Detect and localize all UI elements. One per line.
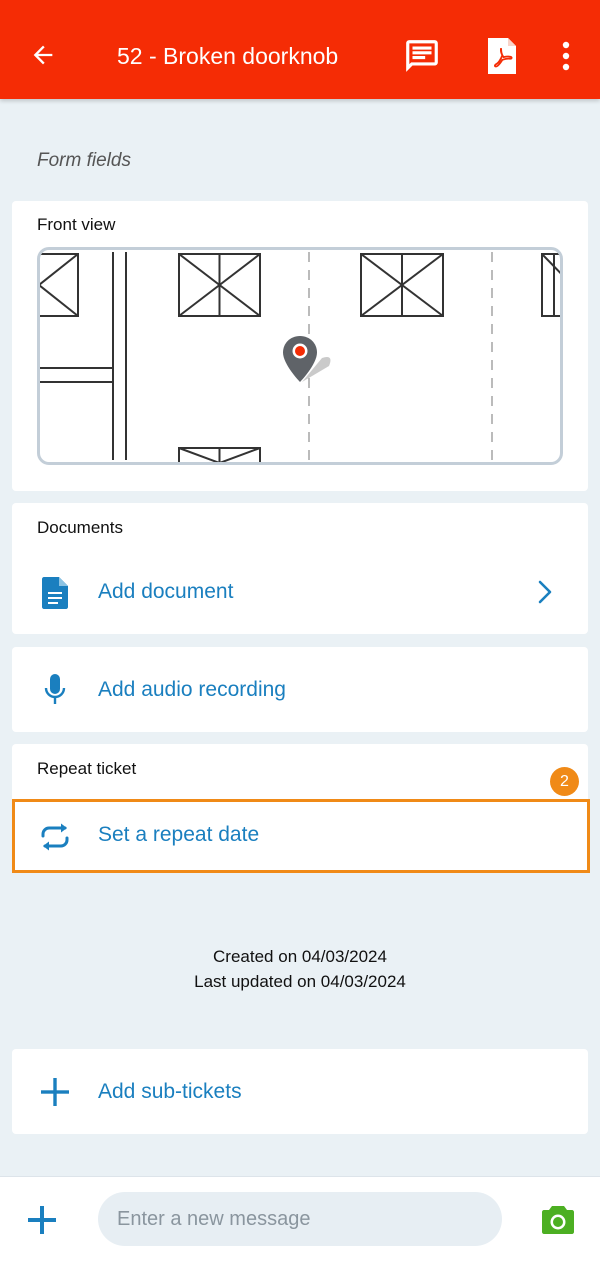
message-input[interactable] <box>98 1192 502 1246</box>
page-title: 52 - Broken doorknob <box>117 43 339 69</box>
camera-icon[interactable] <box>540 1204 576 1236</box>
card-title: Front view <box>37 215 116 234</box>
floor-plan-image[interactable] <box>37 247 563 465</box>
plus-icon[interactable] <box>26 1204 58 1236</box>
arrow-back-icon[interactable] <box>26 38 60 72</box>
card-title: Documents <box>37 518 123 537</box>
front-view-card: Front view <box>12 201 588 491</box>
subtickets-card[interactable]: Add sub-tickets <box>12 1049 588 1134</box>
set-repeat-date-button[interactable]: Set a repeat date <box>12 799 590 873</box>
document-icon <box>40 576 70 610</box>
add-document-row[interactable]: Add document <box>12 559 588 625</box>
set-repeat-date-label: Set a repeat date <box>98 823 260 846</box>
last-updated-date: Last updated on 04/03/2024 <box>194 972 406 991</box>
plus-icon <box>40 1077 70 1107</box>
app-bar: 52 - Broken doorknob <box>0 0 600 99</box>
repeat-icon <box>37 821 73 853</box>
audio-card[interactable]: Add audio recording <box>12 647 588 732</box>
more-vert-icon[interactable] <box>553 38 579 74</box>
created-date: Created on 04/03/2024 <box>213 947 387 966</box>
section-label: Form fields <box>37 150 131 171</box>
pdf-icon[interactable] <box>484 34 520 78</box>
add-document-label: Add document <box>98 580 234 603</box>
message-composer <box>0 1176 600 1273</box>
add-subtickets-label: Add sub-tickets <box>98 1080 242 1103</box>
chevron-right-icon <box>534 579 556 605</box>
step-badge: 2 <box>550 767 579 796</box>
documents-card: Documents Add document <box>12 503 588 634</box>
add-audio-label: Add audio recording <box>98 678 286 701</box>
card-title: Repeat ticket <box>37 759 137 778</box>
chat-icon[interactable] <box>402 36 442 76</box>
microphone-icon <box>42 673 68 707</box>
